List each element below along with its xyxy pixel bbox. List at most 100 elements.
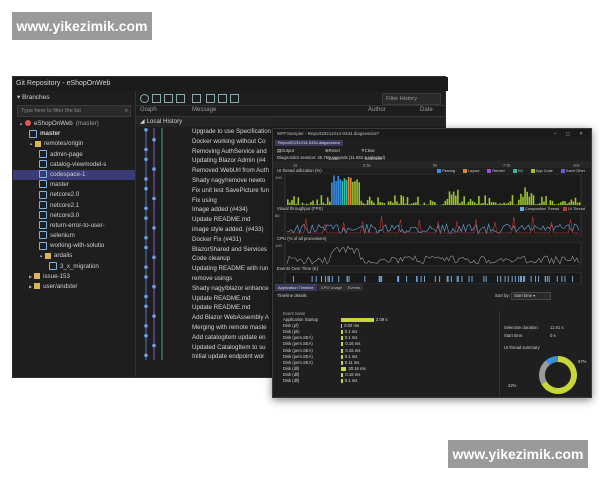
branch-label: netcore2.1 bbox=[50, 201, 80, 209]
branch-label: master bbox=[50, 181, 69, 189]
event-row[interactable]: Disk (dll) 0.1 ms bbox=[273, 378, 495, 384]
ui-thread-bar bbox=[452, 191, 455, 205]
ui-thread-bar bbox=[484, 195, 486, 205]
branch-label: codespace-1 bbox=[50, 170, 86, 178]
branch-icon[interactable] bbox=[192, 94, 201, 103]
collapse-arrow-icon[interactable]: ▲ bbox=[39, 253, 43, 258]
ui-thread-bar bbox=[499, 203, 501, 205]
legend-label: Composition Thread bbox=[525, 207, 560, 211]
sort-dropdown[interactable]: Start time ▾ bbox=[511, 292, 551, 300]
sort-dropdown-value: Start time bbox=[514, 293, 532, 298]
ui-thread-bar bbox=[362, 203, 365, 205]
event-marker bbox=[447, 276, 449, 282]
ui-thread-graph: 100 bbox=[275, 174, 582, 206]
y-max-label: 100 bbox=[275, 175, 282, 180]
fetch-icon[interactable] bbox=[152, 94, 161, 103]
ui-thread-bar bbox=[429, 200, 432, 205]
tab-events[interactable]: Events bbox=[345, 284, 364, 291]
branch-item[interactable]: selenium bbox=[13, 231, 135, 241]
events-graph-title: Events Over Time (K) bbox=[277, 266, 319, 271]
legend-label: Parsing bbox=[442, 169, 455, 173]
branch-item[interactable]: netcore2.1 bbox=[13, 200, 135, 211]
branch-label: remotes/origin bbox=[43, 140, 84, 148]
commit-node bbox=[144, 216, 148, 220]
event-marker bbox=[468, 276, 470, 282]
branch-item[interactable]: codespace-1 bbox=[13, 169, 135, 181]
branch-tree: ▲ eShopOnWeb (master) master ▲ remotes/origin… bbox=[13, 119, 135, 292]
window-controls[interactable]: – ▢ ✕ bbox=[554, 129, 587, 139]
rebase-icon[interactable] bbox=[218, 94, 227, 103]
filter-history-input[interactable]: Filter History bbox=[382, 93, 441, 105]
refresh-icon[interactable] bbox=[140, 94, 149, 103]
profiler-title: WPFSampler - Report20211014-0434.diagses… bbox=[277, 131, 380, 136]
ui-thread-bar bbox=[570, 199, 573, 205]
ui-thread-bar bbox=[524, 187, 526, 205]
ui-thread-bar bbox=[526, 191, 528, 205]
col-date[interactable]: Date bbox=[420, 107, 433, 113]
branch-item[interactable]: netcore2.0 bbox=[13, 190, 135, 200]
branch-icon bbox=[39, 160, 47, 169]
ui-thread-bar bbox=[415, 202, 417, 205]
output-button[interactable]: ▤ Output bbox=[277, 147, 294, 155]
branch-item[interactable]: netcore3.0 bbox=[13, 211, 135, 221]
col-author[interactable]: Author bbox=[368, 107, 386, 113]
ui-thread-bar bbox=[530, 193, 533, 205]
clear-selection-button[interactable]: ✕ Clear Selection bbox=[361, 147, 382, 161]
ui-thread-bar bbox=[566, 203, 568, 205]
ui-thread-bar bbox=[450, 194, 453, 205]
push-icon[interactable] bbox=[176, 94, 185, 103]
ui-thread-bar bbox=[515, 204, 518, 205]
expand-arrow-icon[interactable]: ▶ bbox=[29, 284, 32, 289]
branch-item[interactable]: 3_x_migration bbox=[13, 261, 135, 272]
ui-thread-bar bbox=[308, 204, 310, 205]
merge-icon[interactable] bbox=[206, 94, 215, 103]
ui-thread-summary-label: UI thread summary bbox=[504, 345, 540, 350]
window-title: Git Repository - eShopOnWeb bbox=[13, 77, 448, 91]
tab-application-timeline[interactable]: Application Timeline bbox=[275, 284, 317, 291]
branch-item[interactable]: ▶ issue-153 bbox=[13, 272, 135, 282]
col-message[interactable]: Message bbox=[192, 107, 216, 113]
history-columns: Graph Message Author Date bbox=[136, 106, 445, 117]
commit-node bbox=[152, 284, 156, 289]
ui-thread-bar bbox=[532, 195, 535, 205]
branch-item[interactable]: ▶ user/andster bbox=[13, 282, 135, 292]
summary-pane: Selection duration: 11.61 s Start time: … bbox=[499, 311, 592, 397]
branch-item[interactable]: admin-page bbox=[13, 149, 135, 160]
branch-item[interactable]: catalog-viewmodel-s bbox=[13, 160, 135, 170]
profiler-window: WPFSampler - Report20211014-0434.diagses… bbox=[272, 128, 592, 398]
branch-item[interactable]: master bbox=[13, 129, 135, 139]
commit-node bbox=[144, 128, 148, 132]
event-marker bbox=[511, 276, 513, 282]
tag-icon[interactable] bbox=[230, 94, 239, 103]
branch-item[interactable]: return-error-to-user- bbox=[13, 221, 135, 231]
commit-node bbox=[152, 255, 156, 260]
branches-header[interactable]: ▾ Branches bbox=[13, 91, 135, 103]
branch-item[interactable]: ▲ eShopOnWeb (master) bbox=[13, 119, 135, 129]
col-graph[interactable]: Graph bbox=[140, 107, 157, 113]
bottom-tabs: Application Timeline CPU Usage Events bbox=[273, 284, 591, 292]
branch-label: user/andster bbox=[43, 283, 78, 290]
collapse-arrow-icon[interactable]: ▲ bbox=[19, 121, 23, 126]
diagnostics-session-text: Diagnostics session: 45.766 seconds (11.… bbox=[277, 155, 386, 160]
tab-report[interactable]: Report20211014-0434.diagsession bbox=[275, 140, 343, 146]
commit-message: Initial update endpoint wor bbox=[192, 353, 265, 361]
branch-item[interactable]: master bbox=[13, 180, 135, 190]
branch-item[interactable]: ▲ remotes/origin bbox=[13, 139, 135, 149]
ui-thread-bar bbox=[326, 197, 329, 205]
pull-icon[interactable] bbox=[164, 94, 173, 103]
ui-thread-bar bbox=[482, 202, 484, 205]
local-history-label: Local History bbox=[146, 118, 183, 125]
ui-thread-bar bbox=[404, 203, 407, 205]
collapse-arrow-icon[interactable]: ▲ bbox=[29, 141, 33, 146]
profiler-toolbar: ▤ Output ⊕ Reset Zoom ✕ Clear Selection bbox=[273, 147, 591, 161]
branch-item[interactable]: working-with-solutio bbox=[13, 241, 135, 251]
zoom-button[interactable]: ⊕ Reset Zoom bbox=[325, 147, 340, 161]
branch-filter-input[interactable]: Type here to filter the list ⌕ bbox=[17, 105, 131, 117]
event-marker bbox=[424, 276, 426, 282]
event-marker bbox=[380, 276, 382, 282]
expand-arrow-icon[interactable]: ▶ bbox=[29, 274, 32, 279]
branch-icon bbox=[39, 180, 47, 189]
tab-cpu-usage[interactable]: CPU Usage bbox=[318, 284, 346, 291]
donut-pct-a: 22% bbox=[508, 383, 517, 388]
branch-item[interactable]: ▲ ardalis bbox=[13, 251, 135, 261]
